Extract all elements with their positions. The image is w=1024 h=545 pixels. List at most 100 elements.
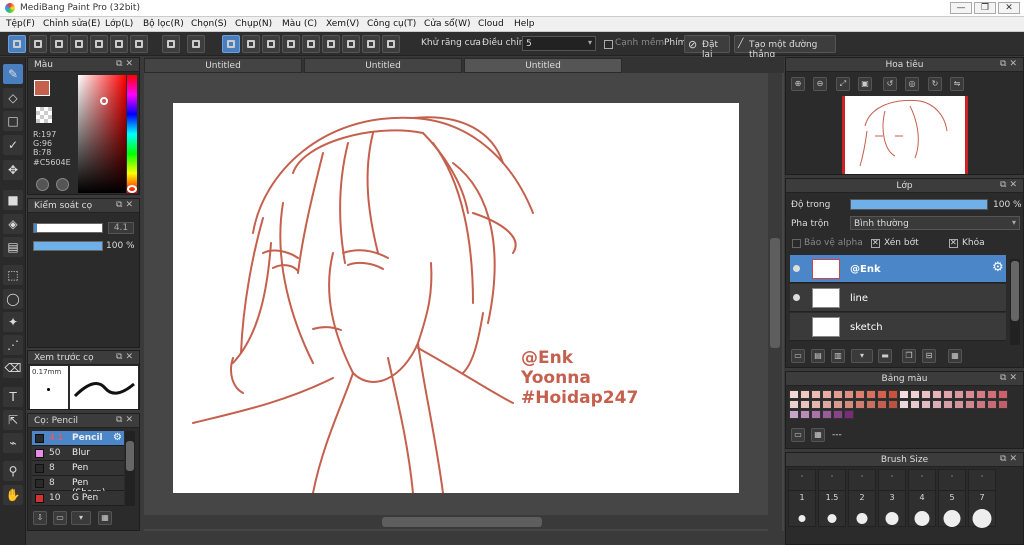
palette-color-swatch[interactable] <box>844 400 854 409</box>
palette-color-swatch[interactable] <box>921 400 931 409</box>
maximize-button[interactable]: ❐ <box>974 2 996 14</box>
brush-size-cell[interactable]: 3 <box>878 490 906 527</box>
magic-wand-icon[interactable]: ✦ <box>3 312 23 332</box>
palette-color-swatch[interactable] <box>800 400 810 409</box>
picker-cursor[interactable] <box>100 97 108 105</box>
palette-color-swatch[interactable] <box>811 390 821 399</box>
brush-item[interactable]: 4.1 Pencil ⚙ <box>32 431 124 446</box>
chat-icon[interactable] <box>70 35 88 53</box>
panel-window-icons[interactable]: ⧉✕ <box>116 415 136 425</box>
hue-slider[interactable] <box>127 75 137 193</box>
merge-layer-icon[interactable]: ⊟ <box>922 349 936 363</box>
blend-mode-select[interactable]: Bình thường ▾ <box>850 216 1020 230</box>
palette-color-swatch[interactable] <box>976 400 986 409</box>
menu-select[interactable]: Chọn(S) <box>191 19 227 29</box>
scrollbar-thumb[interactable] <box>770 238 780 348</box>
color-history-icon[interactable] <box>56 178 69 191</box>
brush-size-value[interactable]: 4.1 <box>108 222 134 234</box>
brush-size-cell[interactable]: 7 <box>968 490 996 528</box>
panel-window-icons[interactable]: ⧉✕ <box>1000 180 1020 190</box>
snap-perspective-icon[interactable] <box>282 35 300 53</box>
select-pen-icon[interactable]: ✓ <box>3 135 23 155</box>
palette-color-swatch[interactable] <box>866 390 876 399</box>
delete-color-icon[interactable]: ▦ <box>811 428 825 442</box>
new-brush-icon[interactable]: ▭ <box>53 511 67 525</box>
layer-scrollbar[interactable] <box>1010 259 1020 345</box>
gear-icon[interactable]: ⚙ <box>113 432 122 443</box>
scrollbar-thumb[interactable] <box>382 517 542 527</box>
panel-window-icons[interactable]: ⧉✕ <box>116 200 136 210</box>
palette-color-swatch[interactable] <box>833 400 843 409</box>
dot-tool-icon[interactable]: □ <box>3 111 23 131</box>
palette-color-swatch[interactable] <box>855 390 865 399</box>
snap-ellipse-icon[interactable] <box>362 35 380 53</box>
palette-color-swatch[interactable] <box>910 390 920 399</box>
hand-tool-icon[interactable]: ✋ <box>3 485 23 505</box>
snap-radial-icon[interactable] <box>302 35 320 53</box>
palette-color-swatch[interactable] <box>998 400 1008 409</box>
brush-size-cell[interactable]: 4 <box>908 490 936 527</box>
comment-icon[interactable] <box>50 35 68 53</box>
soft-edge-checkbox[interactable] <box>604 40 613 49</box>
palette-color-swatch[interactable] <box>888 390 898 399</box>
palette-color-swatch[interactable] <box>998 390 1008 399</box>
palette-color-swatch[interactable] <box>965 390 975 399</box>
panel-window-icons[interactable]: ⧉✕ <box>116 59 136 69</box>
new-layer-icon[interactable]: ▭ <box>791 349 805 363</box>
hue-cursor[interactable] <box>127 185 137 193</box>
palette-color-swatch[interactable] <box>910 400 920 409</box>
select-pen-tool-icon[interactable]: ⋰ <box>3 335 23 355</box>
palette-color-swatch[interactable] <box>811 410 821 419</box>
scrollbar-thumb[interactable] <box>1011 261 1019 321</box>
palette-color-swatch[interactable] <box>811 400 821 409</box>
palette-color-swatch[interactable] <box>789 390 799 399</box>
canvas-horizontal-scrollbar[interactable] <box>144 515 768 529</box>
palette-color-swatch[interactable] <box>822 400 832 409</box>
menu-file[interactable]: Tệp(F) <box>6 19 35 29</box>
close-button[interactable]: ✕ <box>998 2 1020 14</box>
layer-opacity-slider[interactable] <box>850 199 988 210</box>
actual-size-icon[interactable]: ▣ <box>858 77 872 91</box>
palette-color-swatch[interactable] <box>833 390 843 399</box>
palette-color-swatch[interactable] <box>844 410 854 419</box>
menu-layer[interactable]: Lớp(L) <box>105 19 133 29</box>
palette-color-swatch[interactable] <box>987 400 997 409</box>
menu-tools[interactable]: Công cụ(T) <box>367 19 416 29</box>
palette-color-swatch[interactable] <box>954 390 964 399</box>
brush-item[interactable]: 50 Blur <box>32 446 124 461</box>
rotate-reset-icon[interactable]: ◎ <box>905 77 919 91</box>
saturation-value-picker[interactable] <box>78 75 126 193</box>
menu-capture[interactable]: Chụp(N) <box>235 19 272 29</box>
menu-help[interactable]: Help <box>514 19 535 29</box>
menu-edit[interactable]: Chỉnh sửa(E) <box>43 19 100 29</box>
panel-window-icons[interactable]: ⧉✕ <box>1000 373 1020 383</box>
snap-circle-icon[interactable] <box>322 35 340 53</box>
brush-size-cell[interactable]: 1 <box>788 490 816 527</box>
palette-color-swatch[interactable] <box>877 390 887 399</box>
palette-color-swatch[interactable] <box>789 410 799 419</box>
flip-icon[interactable]: ⇋ <box>950 77 964 91</box>
tab-untitled-2[interactable]: Untitled <box>304 58 462 73</box>
palette-color-swatch[interactable] <box>800 390 810 399</box>
menu-filter[interactable]: Bộ lọc(R) <box>143 19 184 29</box>
layer-row[interactable]: line <box>790 284 1006 312</box>
eyedropper-icon[interactable]: ⚲ <box>3 461 23 481</box>
protect-alpha-checkbox[interactable] <box>792 239 801 248</box>
palette-color-swatch[interactable] <box>899 400 909 409</box>
panel-window-icons[interactable]: ⧉✕ <box>1000 59 1020 69</box>
select-eraser-icon[interactable]: ⌫ <box>3 358 23 378</box>
cloud-icon[interactable] <box>8 35 26 53</box>
grid-icon[interactable] <box>130 35 148 53</box>
rotate-right-icon[interactable]: ↻ <box>928 77 942 91</box>
brush-size-cell[interactable]: 5 <box>938 490 966 527</box>
tab-untitled-3[interactable]: Untitled <box>464 58 622 73</box>
snap-grid-icon[interactable] <box>262 35 280 53</box>
snap-curve-icon[interactable] <box>342 35 360 53</box>
text-tool-icon[interactable]: T <box>3 387 23 407</box>
eraser-tool-icon[interactable]: ◇ <box>3 88 23 108</box>
menu-color[interactable]: Màu (C) <box>282 19 317 29</box>
zoom-in-icon[interactable]: ⊕ <box>791 77 805 91</box>
zoom-out-icon[interactable]: ⊖ <box>813 77 827 91</box>
palette-color-swatch[interactable] <box>943 400 953 409</box>
brush-tool-icon[interactable]: ✎ <box>3 64 23 84</box>
